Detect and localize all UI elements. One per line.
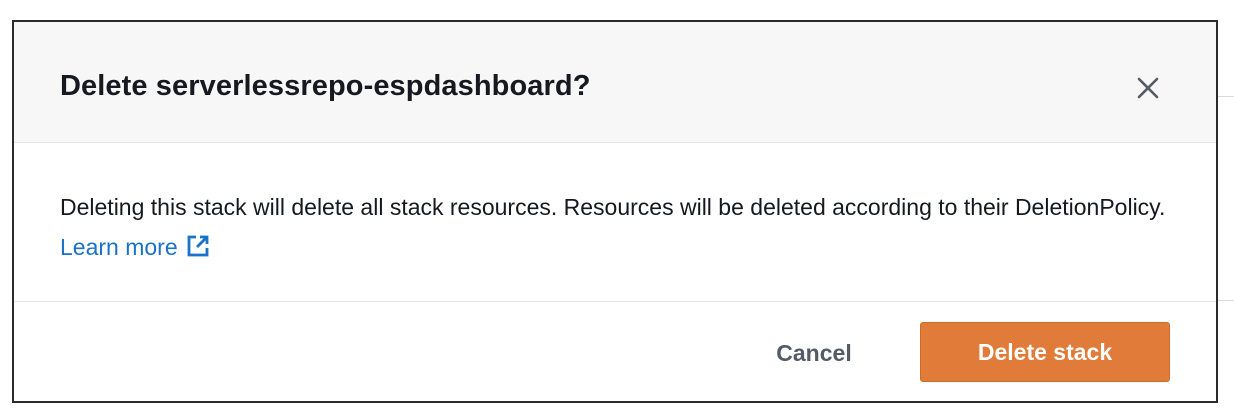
page-root: Delete serverlessrepo-espdashboard? Dele… (0, 0, 1234, 412)
dialog-message: Deleting this stack will delete all stac… (60, 187, 1180, 267)
dialog-message-text: Deleting this stack will delete all stac… (60, 194, 1166, 220)
delete-stack-dialog: Delete serverlessrepo-espdashboard? Dele… (12, 20, 1218, 403)
dialog-title: Delete serverlessrepo-espdashboard? (60, 70, 591, 102)
dialog-header: Delete serverlessrepo-espdashboard? (14, 22, 1216, 143)
background-divider (1218, 300, 1234, 301)
learn-more-link[interactable]: Learn more (60, 234, 210, 260)
dialog-body: Deleting this stack will delete all stac… (14, 143, 1216, 302)
delete-stack-button[interactable]: Delete stack (920, 322, 1170, 382)
external-link-icon (187, 235, 209, 257)
dialog-footer: Cancel Delete stack (14, 302, 1216, 401)
close-icon (1137, 77, 1159, 99)
background-divider (1218, 96, 1234, 97)
cancel-button[interactable]: Cancel (744, 324, 884, 382)
learn-more-label: Learn more (60, 234, 178, 260)
close-button[interactable] (1128, 68, 1168, 108)
